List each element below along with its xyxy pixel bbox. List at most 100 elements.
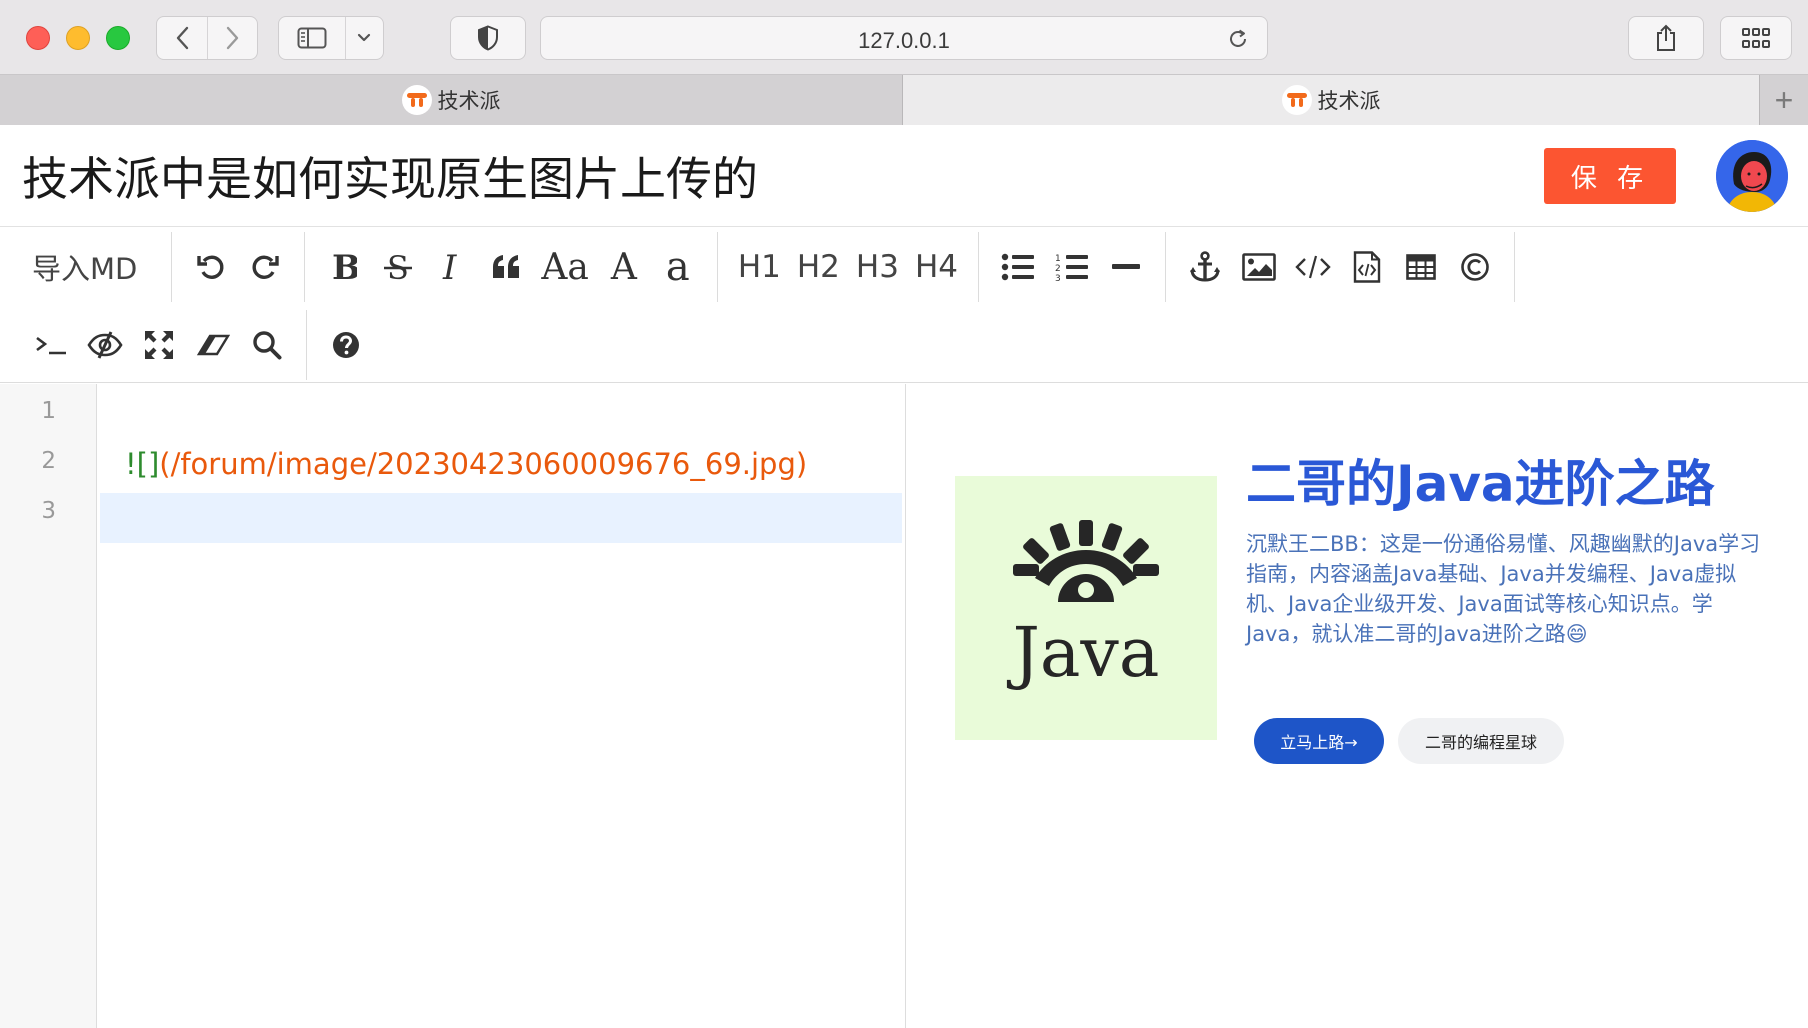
toolbar-divider — [716, 232, 718, 302]
planet-button[interactable]: 二哥的编程星球 — [1398, 718, 1564, 764]
back-button[interactable] — [157, 17, 207, 59]
tab-bar: 技术派 技术派 + — [0, 75, 1808, 125]
code-block-button[interactable] — [1340, 243, 1394, 291]
address-bar[interactable]: 127.0.0.1 — [540, 16, 1268, 60]
markdown-image-syntax: ![] — [125, 447, 160, 481]
font-size-label: Aa — [541, 246, 589, 288]
sidebar-toggle-group — [278, 16, 384, 60]
grid-icon — [1742, 28, 1770, 48]
strikethrough-icon: S — [384, 251, 413, 283]
toolbar-divider — [1514, 232, 1516, 302]
privacy-report-button[interactable] — [450, 16, 526, 60]
undo-button[interactable] — [184, 243, 238, 291]
toggle-preview-button[interactable] — [78, 321, 132, 369]
browser-tab-1[interactable]: 技术派 — [0, 75, 903, 125]
redo-icon — [252, 255, 280, 279]
svg-text:B: B — [332, 251, 357, 283]
eraser-icon — [196, 334, 230, 356]
redo-button[interactable] — [238, 243, 292, 291]
quote-button[interactable] — [479, 243, 533, 291]
search-button[interactable] — [240, 321, 294, 369]
code-block-icon — [1353, 251, 1381, 283]
ordered-list-button[interactable]: 123 — [1045, 243, 1099, 291]
fullscreen-icon — [145, 331, 173, 359]
terminal-button[interactable] — [24, 321, 78, 369]
active-line-highlight — [100, 493, 902, 543]
share-icon — [1657, 24, 1675, 51]
eye-slash-icon — [87, 331, 123, 359]
h3-button[interactable]: H3 — [848, 243, 907, 291]
shield-icon — [478, 25, 498, 51]
editor-header: 保 存 — [0, 126, 1808, 227]
italic-icon: I — [442, 251, 457, 283]
preview-description: 沉默王二BB：这是一份通俗易懂、风趣幽默的Java学习指南，内容涵盖Java基础… — [1246, 532, 1761, 646]
reload-icon[interactable] — [1227, 28, 1249, 50]
fullscreen-button[interactable] — [132, 321, 186, 369]
help-icon — [333, 332, 359, 358]
import-md-button[interactable]: 导入MD — [0, 243, 159, 291]
window-minimize-button[interactable] — [66, 26, 90, 50]
h2-button[interactable]: H2 — [789, 243, 848, 291]
save-button[interactable]: 保 存 — [1544, 148, 1676, 204]
java-cover-image: Java — [955, 476, 1217, 740]
image-icon — [1242, 253, 1276, 281]
list-ol-icon: 123 — [1055, 254, 1089, 282]
line-number-gutter: 1 2 3 — [0, 384, 97, 1028]
unordered-list-button[interactable] — [991, 243, 1045, 291]
browser-tab-2[interactable]: 技术派 — [903, 75, 1759, 125]
tab-overview-button[interactable] — [1720, 16, 1792, 60]
markdown-editor: 1 2 3 ![](/forum/image/20230423060009676… — [0, 384, 1808, 1028]
list-ul-icon — [1001, 253, 1035, 281]
bold-button[interactable]: B — [317, 243, 371, 291]
java-image-text: Java — [1012, 614, 1160, 693]
site-favicon-icon — [401, 85, 432, 115]
toolbar-divider — [171, 232, 173, 302]
terminal-icon — [36, 336, 66, 355]
inline-code-button[interactable] — [1286, 243, 1340, 291]
window-maximize-button[interactable] — [106, 26, 130, 50]
anchor-button[interactable] — [1178, 243, 1232, 291]
share-button[interactable] — [1628, 16, 1704, 60]
forward-button[interactable] — [207, 17, 257, 59]
new-tab-button[interactable]: + — [1759, 75, 1808, 125]
image-button[interactable] — [1232, 243, 1286, 291]
svg-text:2: 2 — [1055, 264, 1061, 274]
toolbar-row-2 — [0, 310, 373, 380]
code-editor[interactable]: ![](/forum/image/20230423060009676_69.jp… — [97, 384, 905, 1028]
hr-icon — [1112, 264, 1141, 269]
help-button[interactable] — [319, 321, 373, 369]
strikethrough-button[interactable]: S — [371, 243, 425, 291]
browser-titlebar: 127.0.0.1 — [0, 0, 1808, 75]
editor-toolbar: 导入MD B S I Aa A a H1 H2 H3 H4 1 2 3 — [0, 228, 1808, 383]
site-favicon-icon — [1281, 85, 1312, 115]
sidebar-icon — [297, 27, 327, 49]
lowercase-label: a — [665, 244, 690, 290]
uppercase-button[interactable]: A — [597, 243, 651, 291]
copyright-button[interactable] — [1448, 243, 1502, 291]
italic-button[interactable]: I — [425, 243, 479, 291]
start-reading-button[interactable]: 立马上路→ — [1254, 718, 1384, 764]
toolbar-divider — [306, 310, 307, 380]
h4-button[interactable]: H4 — [907, 243, 966, 291]
svg-text:1: 1 — [1055, 254, 1061, 264]
line-number: 3 — [41, 498, 56, 524]
font-size-button[interactable]: Aa — [533, 243, 596, 291]
table-button[interactable] — [1394, 243, 1448, 291]
window-close-button[interactable] — [26, 26, 50, 50]
horizontal-rule-button[interactable] — [1099, 243, 1153, 291]
address-url: 127.0.0.1 — [858, 28, 950, 53]
bold-icon: B — [332, 251, 357, 283]
clear-button[interactable] — [186, 321, 240, 369]
avatar[interactable] — [1716, 140, 1788, 212]
code-line-2[interactable]: ![](/forum/image/20230423060009676_69.jp… — [125, 447, 807, 481]
article-title-input[interactable] — [22, 146, 1502, 206]
toolbar-divider — [978, 232, 980, 302]
chevron-left-icon — [176, 26, 189, 50]
sidebar-toggle-button[interactable] — [279, 17, 346, 59]
search-icon — [253, 331, 282, 360]
lowercase-button[interactable]: a — [651, 243, 705, 291]
sidebar-menu-button[interactable] — [346, 17, 383, 59]
h1-button[interactable]: H1 — [730, 243, 789, 291]
svg-text:I: I — [442, 251, 457, 283]
nav-button-group — [156, 16, 258, 60]
